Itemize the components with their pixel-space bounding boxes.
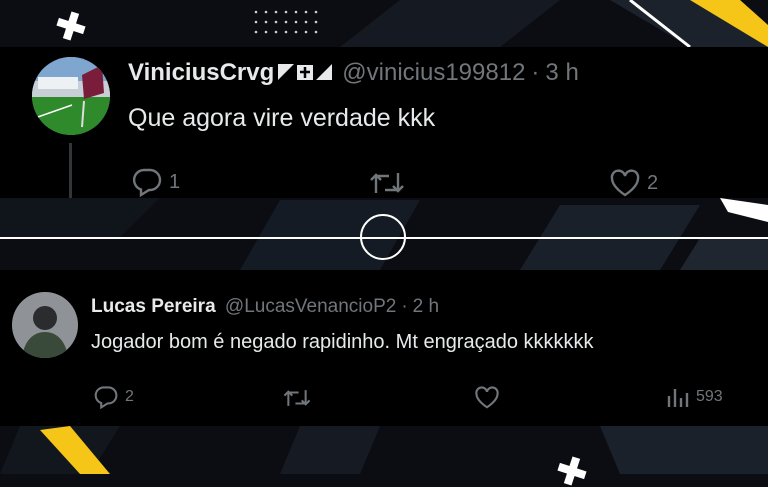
retweet-icon — [283, 390, 311, 406]
plus-icon — [56, 11, 86, 41]
thread-line — [69, 143, 72, 198]
handle[interactable]: @vinicius199812 — [342, 59, 525, 86]
like-count: 2 — [647, 171, 659, 194]
handle[interactable]: @LucasVenancioP2 — [225, 296, 396, 317]
tweet-card[interactable]: Lucas Pereira @LucasVenancioP2 · 2 h Jogad… — [0, 270, 768, 426]
views-icon — [667, 389, 689, 407]
views-count: 593 — [696, 388, 723, 405]
reply-count: 2 — [125, 388, 134, 405]
reply-button[interactable]: 1 — [131, 167, 180, 197]
retweet-button[interactable] — [282, 387, 318, 409]
timestamp[interactable]: 3 h — [545, 59, 578, 86]
tweet-card[interactable]: ViniciusCrvg @vinicius199812 · 3 h Que agor… — [0, 47, 768, 198]
avatar[interactable] — [32, 57, 110, 135]
like-button[interactable]: 2 — [609, 169, 658, 197]
tweet-header: ViniciusCrvg @vinicius199812 · 3 h — [128, 59, 579, 89]
reply-icon — [94, 386, 118, 409]
avatar[interactable] — [12, 292, 78, 358]
tweet-header: Lucas Pereira @LucasVenancioP2 · 2 h — [91, 296, 440, 317]
reply-icon — [132, 168, 162, 197]
display-name[interactable]: Lucas Pereira — [91, 296, 216, 317]
timestamp[interactable]: 2 h — [413, 296, 439, 317]
tweet-text: Jogador bom é negado rapidinho. Mt engra… — [91, 331, 594, 353]
views-button[interactable]: 593 — [666, 386, 723, 408]
heart-icon — [610, 169, 640, 197]
divider-circle — [360, 214, 406, 260]
plus-icon — [557, 456, 587, 486]
retweet-icon — [370, 173, 404, 193]
flag-emojis — [278, 61, 336, 89]
tweet-text: Que agora vire verdade kkk — [128, 104, 436, 132]
display-name[interactable]: ViniciusCrvg — [128, 59, 274, 86]
reply-count: 1 — [169, 170, 181, 193]
like-button[interactable] — [474, 386, 506, 409]
heart-icon — [475, 386, 499, 409]
reply-button[interactable]: 2 — [93, 385, 134, 409]
retweet-button[interactable] — [368, 169, 412, 197]
